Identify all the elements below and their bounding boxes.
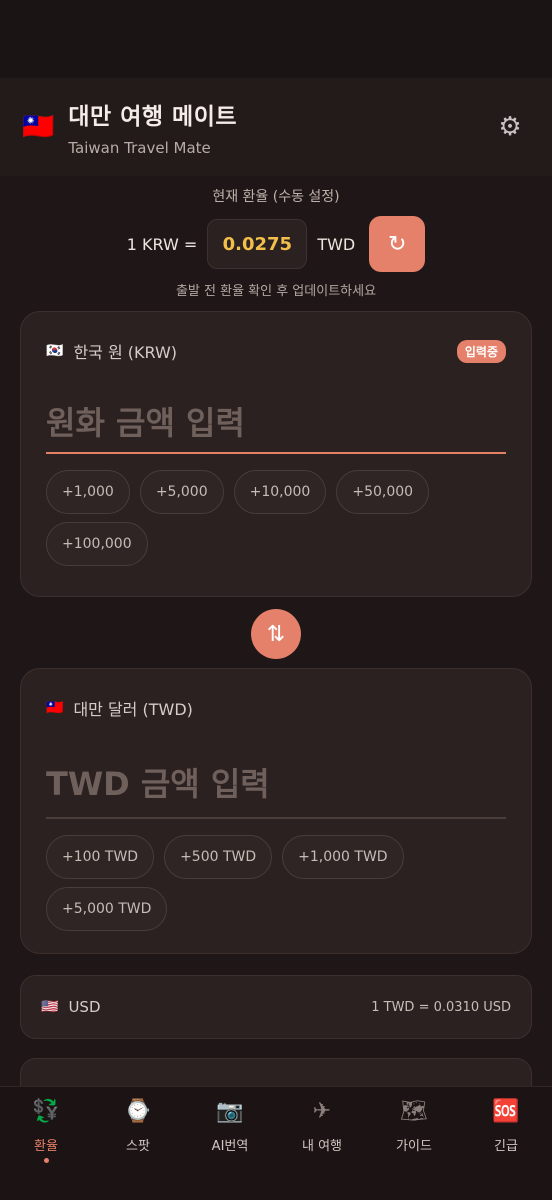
korea-flag-icon: 🇰🇷 bbox=[46, 343, 64, 359]
krw-label-text: 한국 원 (KRW) bbox=[73, 343, 178, 362]
tab-spot[interactable]: ⌚ 스팟 bbox=[98, 1099, 178, 1200]
krw-label: 🇰🇷 한국 원 (KRW) bbox=[46, 339, 177, 363]
twd-chip[interactable]: +100 TWD bbox=[46, 835, 155, 879]
tab-label: 긴급 bbox=[494, 1139, 518, 1154]
status-bar bbox=[0, 0, 552, 78]
krw-card: 🇰🇷 한국 원 (KRW) 입력중 원화 금액 입력 +1,000 +5,000… bbox=[20, 311, 532, 597]
tab-label: 스팟 bbox=[126, 1139, 150, 1154]
spot-icon: ⌚ bbox=[124, 1099, 152, 1124]
usd-rate-row[interactable]: 🇺🇸 USD 1 TWD = 0.0310 USD bbox=[20, 975, 532, 1039]
header-left: 🇹🇼 대만 여행 메이트 Taiwan Travel Mate bbox=[22, 97, 237, 157]
twd-chip[interactable]: +1,000 TWD bbox=[282, 835, 404, 879]
usd-rate-text: 1 TWD = 0.0310 USD bbox=[371, 999, 511, 1015]
tab-guide[interactable]: 🗺 가이드 bbox=[374, 1099, 454, 1200]
exchange-icon: 💱 bbox=[32, 1099, 60, 1124]
tab-exchange[interactable]: 💱 환율 bbox=[6, 1099, 86, 1200]
twd-card-head: 🇹🇼 대만 달러 (TWD) bbox=[46, 669, 506, 747]
taiwan-flag-small-icon: 🇹🇼 bbox=[46, 700, 64, 716]
refresh-rate-button[interactable]: ↻ bbox=[369, 216, 426, 272]
tab-emergency[interactable]: 🆘 긴급 bbox=[466, 1099, 546, 1200]
taiwan-flag-icon: 🇹🇼 bbox=[22, 112, 55, 142]
twd-quick-add-chips: +100 TWD +500 TWD +1,000 TWD +5,000 TWD bbox=[46, 835, 506, 931]
rate-title: 현재 환율 (수동 설정) bbox=[212, 189, 340, 205]
rate-input[interactable]: 0.0275 bbox=[207, 219, 308, 269]
krw-chip[interactable]: +10,000 bbox=[233, 470, 327, 514]
us-flag-icon: 🇺🇸 bbox=[41, 999, 59, 1015]
twd-chip[interactable]: +500 TWD bbox=[164, 835, 273, 879]
usd-label: 🇺🇸 USD bbox=[41, 998, 101, 1016]
map-icon: 🗺 bbox=[400, 1099, 428, 1124]
rate-suffix: TWD bbox=[317, 234, 356, 254]
twd-chip[interactable]: +5,000 TWD bbox=[46, 887, 168, 931]
rate-prefix: 1 KRW = bbox=[126, 234, 198, 254]
refresh-icon: ↻ bbox=[388, 231, 407, 257]
tab-label: AI번역 bbox=[211, 1139, 249, 1154]
swap-arrows-icon: ⇅ bbox=[266, 621, 286, 647]
tab-my-trip[interactable]: ✈ 내 여행 bbox=[282, 1099, 362, 1200]
krw-quick-add-chips: +1,000 +5,000 +10,000 +50,000 +100,000 bbox=[46, 470, 506, 566]
settings-gear-icon[interactable]: ⚙ bbox=[490, 112, 530, 142]
twd-amount-input[interactable]: TWD 금액 입력 bbox=[46, 747, 506, 819]
input-active-badge: 입력중 bbox=[456, 339, 506, 363]
twd-card: 🇹🇼 대만 달러 (TWD) TWD 금액 입력 +100 TWD +500 T… bbox=[20, 668, 532, 954]
sos-icon: 🆘 bbox=[492, 1099, 520, 1124]
krw-chip[interactable]: +50,000 bbox=[336, 470, 430, 514]
twd-label: 🇹🇼 대만 달러 (TWD) bbox=[46, 696, 193, 720]
camera-icon: 📷 bbox=[216, 1099, 244, 1124]
header-titles: 대만 여행 메이트 Taiwan Travel Mate bbox=[68, 97, 237, 157]
rate-row: 1 KRW = 0.0275 TWD ↻ bbox=[0, 216, 552, 272]
krw-amount-input[interactable]: 원화 금액 입력 bbox=[46, 390, 506, 454]
app-subtitle: Taiwan Travel Mate bbox=[68, 139, 211, 157]
swap-currency-button[interactable]: ⇅ bbox=[251, 609, 301, 659]
twd-label-text: 대만 달러 (TWD) bbox=[73, 700, 193, 719]
app-title: 대만 여행 메이트 bbox=[68, 104, 238, 130]
bottom-tab-bar: 💱 환율 ⌚ 스팟 📷 AI번역 ✈ 내 여행 🗺 가이드 🆘 긴급 bbox=[0, 1086, 552, 1200]
app-header: 🇹🇼 대만 여행 메이트 Taiwan Travel Mate ⚙ bbox=[0, 78, 552, 176]
krw-chip[interactable]: +5,000 bbox=[139, 470, 224, 514]
krw-card-head: 🇰🇷 한국 원 (KRW) 입력중 bbox=[46, 312, 506, 390]
krw-chip[interactable]: +100,000 bbox=[46, 522, 148, 566]
airplane-icon: ✈ bbox=[312, 1099, 332, 1124]
exchange-rate-section: 현재 환율 (수동 설정) 1 KRW = 0.0275 TWD ↻ 출발 전 … bbox=[0, 176, 552, 299]
tab-label: 가이드 bbox=[396, 1139, 432, 1154]
active-tab-dot bbox=[43, 1158, 49, 1163]
tab-label: 환율 bbox=[34, 1139, 58, 1154]
usd-label-text: USD bbox=[68, 998, 101, 1016]
tab-ai-translate[interactable]: 📷 AI번역 bbox=[190, 1099, 270, 1200]
rate-note: 출발 전 환율 확인 후 업데이트하세요 bbox=[175, 284, 377, 299]
tab-label: 내 여행 bbox=[301, 1139, 342, 1154]
krw-chip[interactable]: +1,000 bbox=[46, 470, 130, 514]
